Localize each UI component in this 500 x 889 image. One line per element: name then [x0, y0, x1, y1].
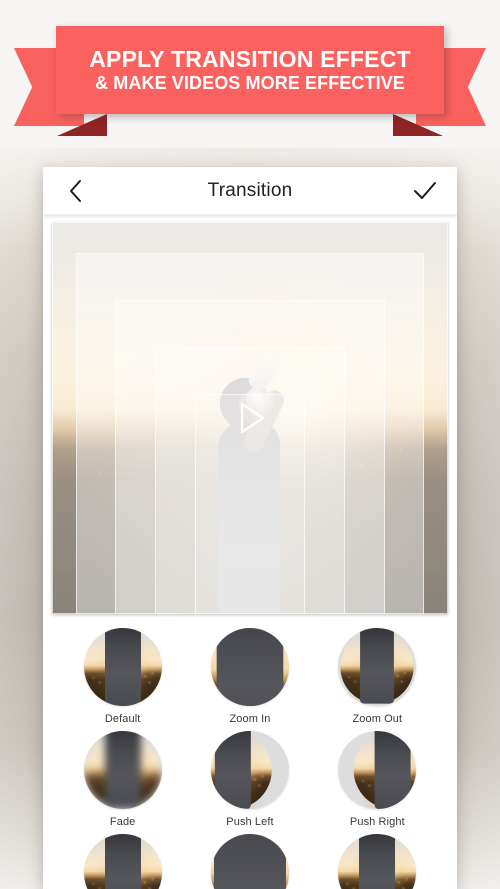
- effect-thumbnail: [338, 834, 417, 889]
- effects-grid: Default Zoom In Zoom Out Fade Push Left …: [43, 614, 457, 889]
- effect-label: Default: [104, 713, 141, 725]
- effect-option-row3-c[interactable]: [314, 834, 441, 889]
- effect-option-row3-a[interactable]: [59, 834, 186, 889]
- effect-thumbnail: [210, 731, 289, 809]
- effect-option-push-left[interactable]: Push Left: [186, 731, 313, 828]
- effect-thumbnail: [83, 628, 162, 706]
- video-preview[interactable]: [52, 222, 448, 614]
- preview-subject: [196, 344, 304, 614]
- play-button[interactable]: [227, 395, 273, 441]
- chevron-left-icon: [70, 179, 81, 202]
- effect-option-push-right[interactable]: Push Right: [314, 731, 441, 828]
- back-button[interactable]: [57, 167, 95, 214]
- effect-label: Zoom Out: [352, 713, 403, 725]
- effect-thumbnail: [338, 731, 417, 809]
- check-icon: [414, 181, 436, 199]
- effect-option-fade[interactable]: Fade: [59, 731, 186, 828]
- effect-label: Push Right: [349, 816, 405, 828]
- effect-label: Zoom In: [229, 713, 271, 725]
- confirm-button[interactable]: [405, 167, 445, 214]
- banner-subheadline: & MAKE VIDEOS MORE EFFECTIVE: [95, 72, 405, 93]
- app-scroll-body[interactable]: Default Zoom In Zoom Out Fade Push Left …: [43, 215, 457, 889]
- promo-screenshot: APPLY TRANSITION EFFECT & MAKE VIDEOS MO…: [0, 0, 500, 889]
- effect-option-zoom-out[interactable]: Zoom Out: [314, 628, 441, 725]
- promo-banner: APPLY TRANSITION EFFECT & MAKE VIDEOS MO…: [0, 26, 500, 142]
- effect-thumbnail: [338, 628, 417, 706]
- banner-headline: APPLY TRANSITION EFFECT: [89, 45, 411, 72]
- effect-option-row3-b[interactable]: [186, 834, 313, 889]
- app-screen: Transition Default Zoom In Zoom Out Fade…: [43, 167, 457, 889]
- effect-thumbnail: [83, 834, 162, 889]
- page-title: Transition: [207, 179, 293, 201]
- play-icon: [240, 402, 265, 434]
- effect-label: Push Left: [226, 816, 274, 828]
- app-header-bar: Transition: [43, 167, 457, 215]
- effect-thumbnail: [210, 628, 289, 706]
- effect-option-default[interactable]: Default: [59, 628, 186, 725]
- effect-label: Fade: [109, 816, 136, 828]
- ribbon-body: APPLY TRANSITION EFFECT & MAKE VIDEOS MO…: [56, 26, 444, 114]
- effect-option-zoom-in[interactable]: Zoom In: [186, 628, 313, 725]
- effect-thumbnail: [210, 834, 289, 889]
- effect-thumbnail: [83, 731, 162, 809]
